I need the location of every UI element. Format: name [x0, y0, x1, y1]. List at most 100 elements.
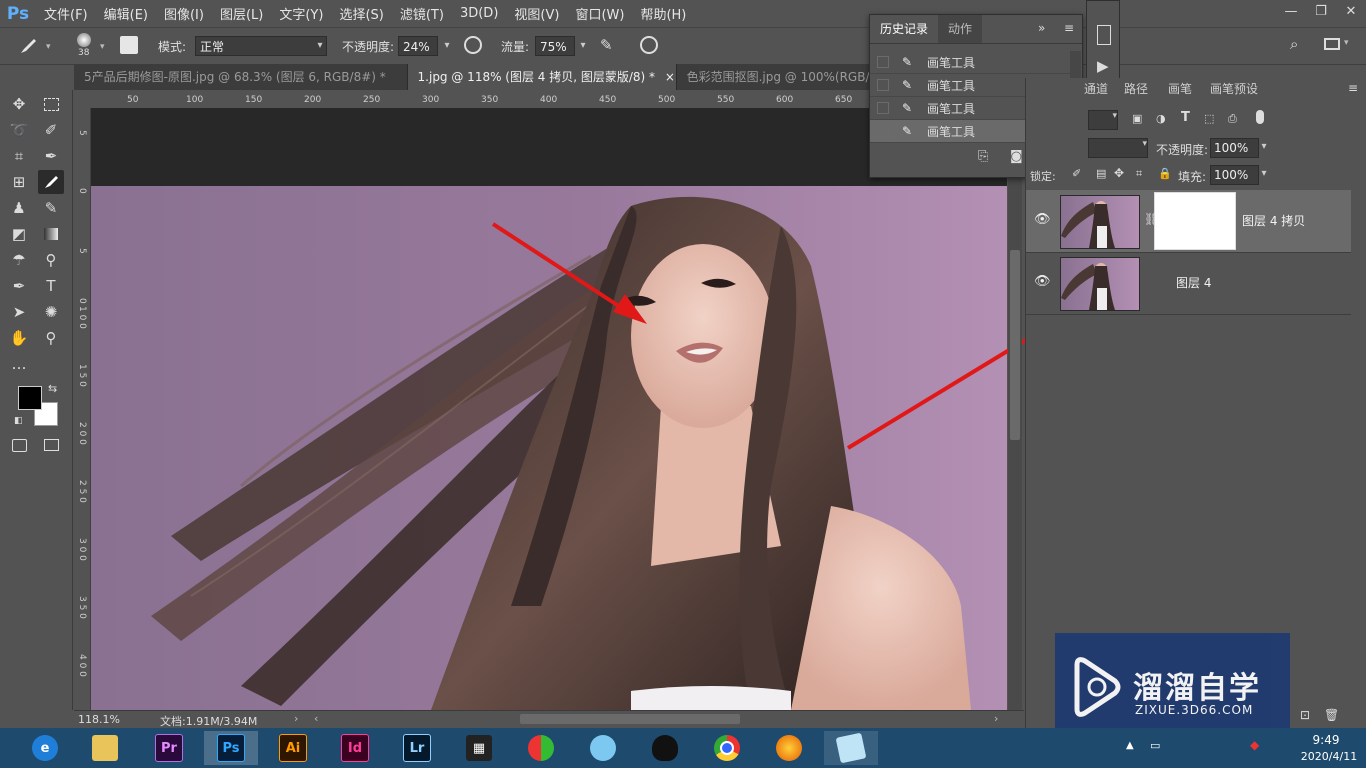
chevron-down-icon[interactable]: ▾	[439, 36, 455, 56]
path-select-tool-icon[interactable]: ➤	[6, 300, 32, 324]
minimize-button[interactable]: —	[1276, 0, 1306, 22]
tab-actions[interactable]: 动作	[938, 15, 983, 43]
chevron-down-icon[interactable]: ▾	[1256, 165, 1272, 183]
tab-brush[interactable]: 画笔	[1162, 78, 1198, 100]
search-icon[interactable]: ⌕	[1290, 35, 1298, 53]
swap-colors-icon[interactable]: ⇆	[48, 382, 57, 395]
history-panel-icon[interactable]	[1097, 25, 1111, 45]
panel-menu-icon[interactable]: ≡	[1064, 21, 1074, 35]
healing-brush-tool-icon[interactable]: ⊞	[6, 170, 32, 194]
play-icon[interactable]: ▶	[1097, 57, 1109, 75]
snapshot-checkbox[interactable]	[877, 125, 889, 137]
panel-menu-icon[interactable]: ≡	[1348, 81, 1358, 95]
chevron-right-icon[interactable]: ›	[294, 712, 298, 725]
blend-mode-select[interactable]: ▾	[1088, 138, 1148, 158]
foreground-color-swatch[interactable]	[18, 386, 42, 410]
snapshot-checkbox[interactable]	[877, 56, 889, 68]
chevron-down-icon[interactable]: ▾	[46, 42, 51, 52]
vertical-scroll-thumb[interactable]	[1010, 250, 1020, 440]
brush-tool-icon[interactable]	[18, 37, 38, 58]
lightroom-icon[interactable]: Lr	[390, 731, 444, 765]
clone-stamp-tool-icon[interactable]: ♟	[6, 196, 32, 220]
quick-mask-icon[interactable]	[6, 433, 32, 457]
layer-mask-thumbnail[interactable]	[1154, 192, 1236, 250]
default-colors-icon[interactable]: ◧	[14, 416, 23, 426]
menu-filter[interactable]: 滤镜(T)	[392, 4, 452, 23]
indesign-icon[interactable]: Id	[328, 731, 382, 765]
history-item[interactable]: ✎ 画笔工具	[870, 51, 1070, 74]
scroll-right-icon[interactable]: ›	[994, 712, 998, 725]
menu-view[interactable]: 视图(V)	[506, 4, 567, 23]
ie-icon[interactable]: e	[18, 731, 72, 765]
tray-app-icon[interactable]: ◆	[1250, 738, 1259, 752]
crop-tool-icon[interactable]: ⌗	[6, 144, 32, 168]
workspace-icon[interactable]	[1324, 38, 1340, 50]
tab-channels[interactable]: 通道	[1078, 78, 1114, 100]
lock-position-icon[interactable]: ✥	[1114, 166, 1124, 180]
photoshop-taskbar-icon[interactable]: Ps	[204, 731, 258, 765]
chevron-down-icon[interactable]: ▾	[100, 42, 105, 52]
menu-3d[interactable]: 3D(D)	[452, 6, 506, 21]
qq-icon[interactable]	[638, 731, 692, 765]
illustrator-icon[interactable]: Ai	[266, 731, 320, 765]
layer-thumbnail[interactable]	[1060, 257, 1140, 311]
close-icon[interactable]: ×	[665, 70, 675, 84]
zoom-tool-icon[interactable]: ⚲	[38, 326, 64, 350]
clock-date[interactable]: 2020/4/11	[1296, 750, 1362, 763]
opacity-input[interactable]: 24%	[398, 36, 438, 56]
lock-artboard-icon[interactable]: ⌗	[1136, 167, 1142, 181]
hand-tool-icon[interactable]: ✋	[6, 326, 32, 350]
lasso-tool-icon[interactable]: ➰	[6, 118, 32, 142]
tab-1-jpg[interactable]: 1.jpg @ 118% (图层 4 拷贝, 图层蒙版/8) * ×	[407, 64, 677, 90]
new-layer-icon[interactable]: ⊡	[1300, 708, 1310, 722]
gradient-tool-icon[interactable]	[38, 222, 64, 246]
menu-image[interactable]: 图像(I)	[156, 4, 212, 23]
pen-tool-icon[interactable]: ✒	[6, 274, 32, 298]
screen-mode-icon[interactable]	[38, 433, 64, 457]
adjustment-filter-icon[interactable]: ◑	[1156, 112, 1166, 125]
layer-opacity-input[interactable]: 100%	[1210, 138, 1259, 158]
clock-time[interactable]: 9:49	[1296, 733, 1356, 747]
close-button[interactable]: ✕	[1336, 0, 1366, 22]
pixel-filter-icon[interactable]: ▣	[1132, 112, 1142, 125]
restore-button[interactable]: ❐	[1306, 0, 1336, 22]
layer-name[interactable]: 图层 4 拷贝	[1242, 212, 1305, 229]
trash-icon[interactable]: 🗑	[1324, 708, 1339, 722]
visibility-eye-icon[interactable]: 👁	[1034, 274, 1051, 289]
lock-all-icon[interactable]: 🔒	[1158, 167, 1172, 180]
brush-panel-icon[interactable]	[120, 36, 138, 54]
tab-product-retouch[interactable]: 5产品后期修图-原图.jpg @ 68.3% (图层 6, RGB/8#) *	[74, 64, 408, 90]
move-tool-icon[interactable]: ✥	[6, 92, 32, 116]
layer-row[interactable]: 👁 图层 4	[1026, 252, 1351, 315]
flow-input[interactable]: 75%	[535, 36, 575, 56]
snapshot-checkbox[interactable]	[877, 79, 889, 91]
marquee-tool-icon[interactable]	[38, 92, 64, 116]
smart-object-filter-icon[interactable]: ⎙	[1228, 112, 1237, 126]
chevron-down-icon[interactable]: ▾	[575, 36, 591, 56]
notes-app-icon[interactable]	[824, 731, 878, 765]
chevron-down-icon[interactable]: ▾	[1256, 138, 1272, 156]
more-tools-icon[interactable]: …	[6, 352, 32, 376]
chrome-icon[interactable]	[700, 731, 754, 765]
snapshot-checkbox[interactable]	[877, 102, 889, 114]
visibility-eye-icon[interactable]: 👁	[1034, 212, 1051, 227]
menu-file[interactable]: 文件(F)	[36, 4, 96, 23]
shape-tool-icon[interactable]: ✺	[38, 300, 64, 324]
horizontal-scroll-thumb[interactable]	[520, 714, 740, 724]
blur-tool-icon[interactable]: ☂	[6, 248, 32, 272]
zoom-level[interactable]: 118.1%	[78, 713, 120, 726]
lock-pixels-icon[interactable]: ✐	[1072, 167, 1081, 180]
umbrella-app-icon[interactable]	[514, 731, 568, 765]
collapse-icon[interactable]: »	[1038, 21, 1045, 35]
chevron-down-icon[interactable]: ▾	[1344, 38, 1349, 48]
explorer-icon[interactable]	[78, 731, 132, 765]
tab-brush-presets[interactable]: 画笔预设	[1204, 78, 1264, 100]
menu-select[interactable]: 选择(S)	[331, 4, 391, 23]
brush-tool-icon[interactable]	[38, 170, 64, 194]
quick-select-tool-icon[interactable]: ✐	[38, 118, 64, 142]
eyedropper-tool-icon[interactable]: ✒	[38, 144, 64, 168]
network-icon[interactable]: ▭	[1150, 739, 1160, 752]
tab-history[interactable]: 历史记录	[870, 15, 939, 45]
dodge-tool-icon[interactable]: ⚲	[38, 248, 64, 272]
camera-icon[interactable]: ◙	[1010, 149, 1023, 164]
